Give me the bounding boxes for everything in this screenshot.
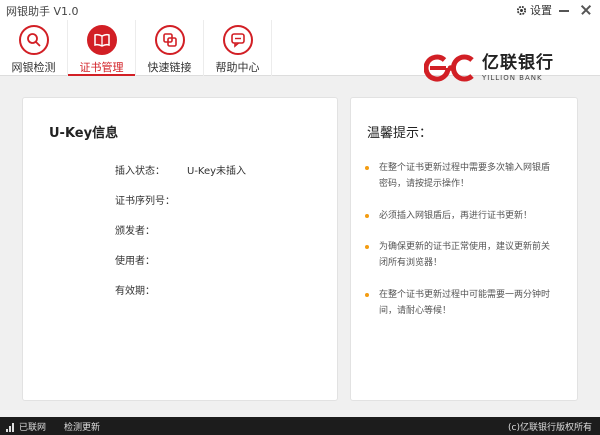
link-icon [154, 25, 185, 55]
field-label: 使用者： [115, 256, 155, 267]
close-button[interactable] [578, 2, 594, 18]
status-bar: 已联网 检测更新 (c)亿联银行版权所有 [0, 417, 600, 435]
brand-name-cn: 亿联银行 [482, 53, 554, 73]
main-toolbar: 网银检测 证书管理 快速链接 帮助中心 亿联银行 YILLION BANK [0, 20, 600, 82]
subject-row: 使用者： [115, 252, 155, 267]
tab-label: 帮助中心 [215, 61, 260, 74]
settings-button[interactable]: 设置 [516, 2, 552, 18]
tip-item: 必须插入网银盾后，再进行证书更新！ [365, 208, 551, 224]
network-status-label: 已联网 [19, 423, 47, 433]
signal-icon [6, 422, 15, 432]
tips-panel: 温馨提示： 在整个证书更新过程中需要多次输入网银盾密码，请按提示操作！ 必须插入… [350, 97, 578, 401]
tab-label: 网银检测 [11, 61, 56, 74]
issuer-row: 颁发者： [115, 222, 155, 237]
title-bar: 网银助手 V1.0 设置 [0, 0, 600, 20]
tip-item: 在整个证书更新过程中可能需要一两分钟时间，请耐心等候！ [365, 287, 551, 319]
minimize-button[interactable] [556, 2, 572, 18]
brand-logo: 亿联银行 YILLION BANK [424, 48, 594, 88]
tip-item: 在整个证书更新过程中需要多次输入网银盾密码，请按提示操作！ [365, 160, 551, 192]
insert-status-value: U-Key未插入 [187, 166, 247, 177]
brand-name-en: YILLION BANK [482, 74, 543, 82]
tab-help-center[interactable]: 帮助中心 [204, 20, 272, 76]
ukey-info-panel: U-Key信息 插入状态： U-Key未插入 证书序列号： 颁发者： 使用者： … [22, 97, 338, 401]
book-icon [86, 25, 117, 55]
field-label: 插入状态： [115, 166, 165, 177]
chat-icon [222, 25, 253, 55]
tips-title: 温馨提示： [367, 126, 433, 141]
tab-label: 证书管理 [79, 61, 124, 74]
app-title: 网银助手 V1.0 [6, 5, 79, 18]
insert-status-row: 插入状态： U-Key未插入 [115, 162, 246, 177]
cert-serial-row: 证书序列号： [115, 192, 175, 207]
tip-item: 为确保更新的证书正常使用，建议更新前关闭所有浏览器！ [365, 239, 551, 271]
yillion-logo-icon [424, 54, 474, 82]
field-label: 证书序列号： [115, 196, 175, 207]
ukey-panel-title: U-Key信息 [49, 126, 119, 141]
field-label: 有效期： [115, 286, 155, 297]
tab-quick-links[interactable]: 快速链接 [136, 20, 204, 76]
tab-cert-management[interactable]: 证书管理 [68, 20, 136, 76]
check-update-link[interactable]: 检测更新 [64, 420, 100, 433]
network-status: 已联网 [6, 420, 46, 433]
validity-row: 有效期： [115, 282, 155, 297]
copyright-text: (c)亿联银行版权所有 [508, 423, 592, 433]
tab-bank-check[interactable]: 网银检测 [0, 20, 68, 76]
tab-label: 快速链接 [147, 61, 192, 74]
settings-label: 设置 [530, 4, 552, 17]
gear-icon [516, 5, 527, 15]
search-icon [18, 25, 49, 55]
field-label: 颁发者： [115, 226, 155, 237]
